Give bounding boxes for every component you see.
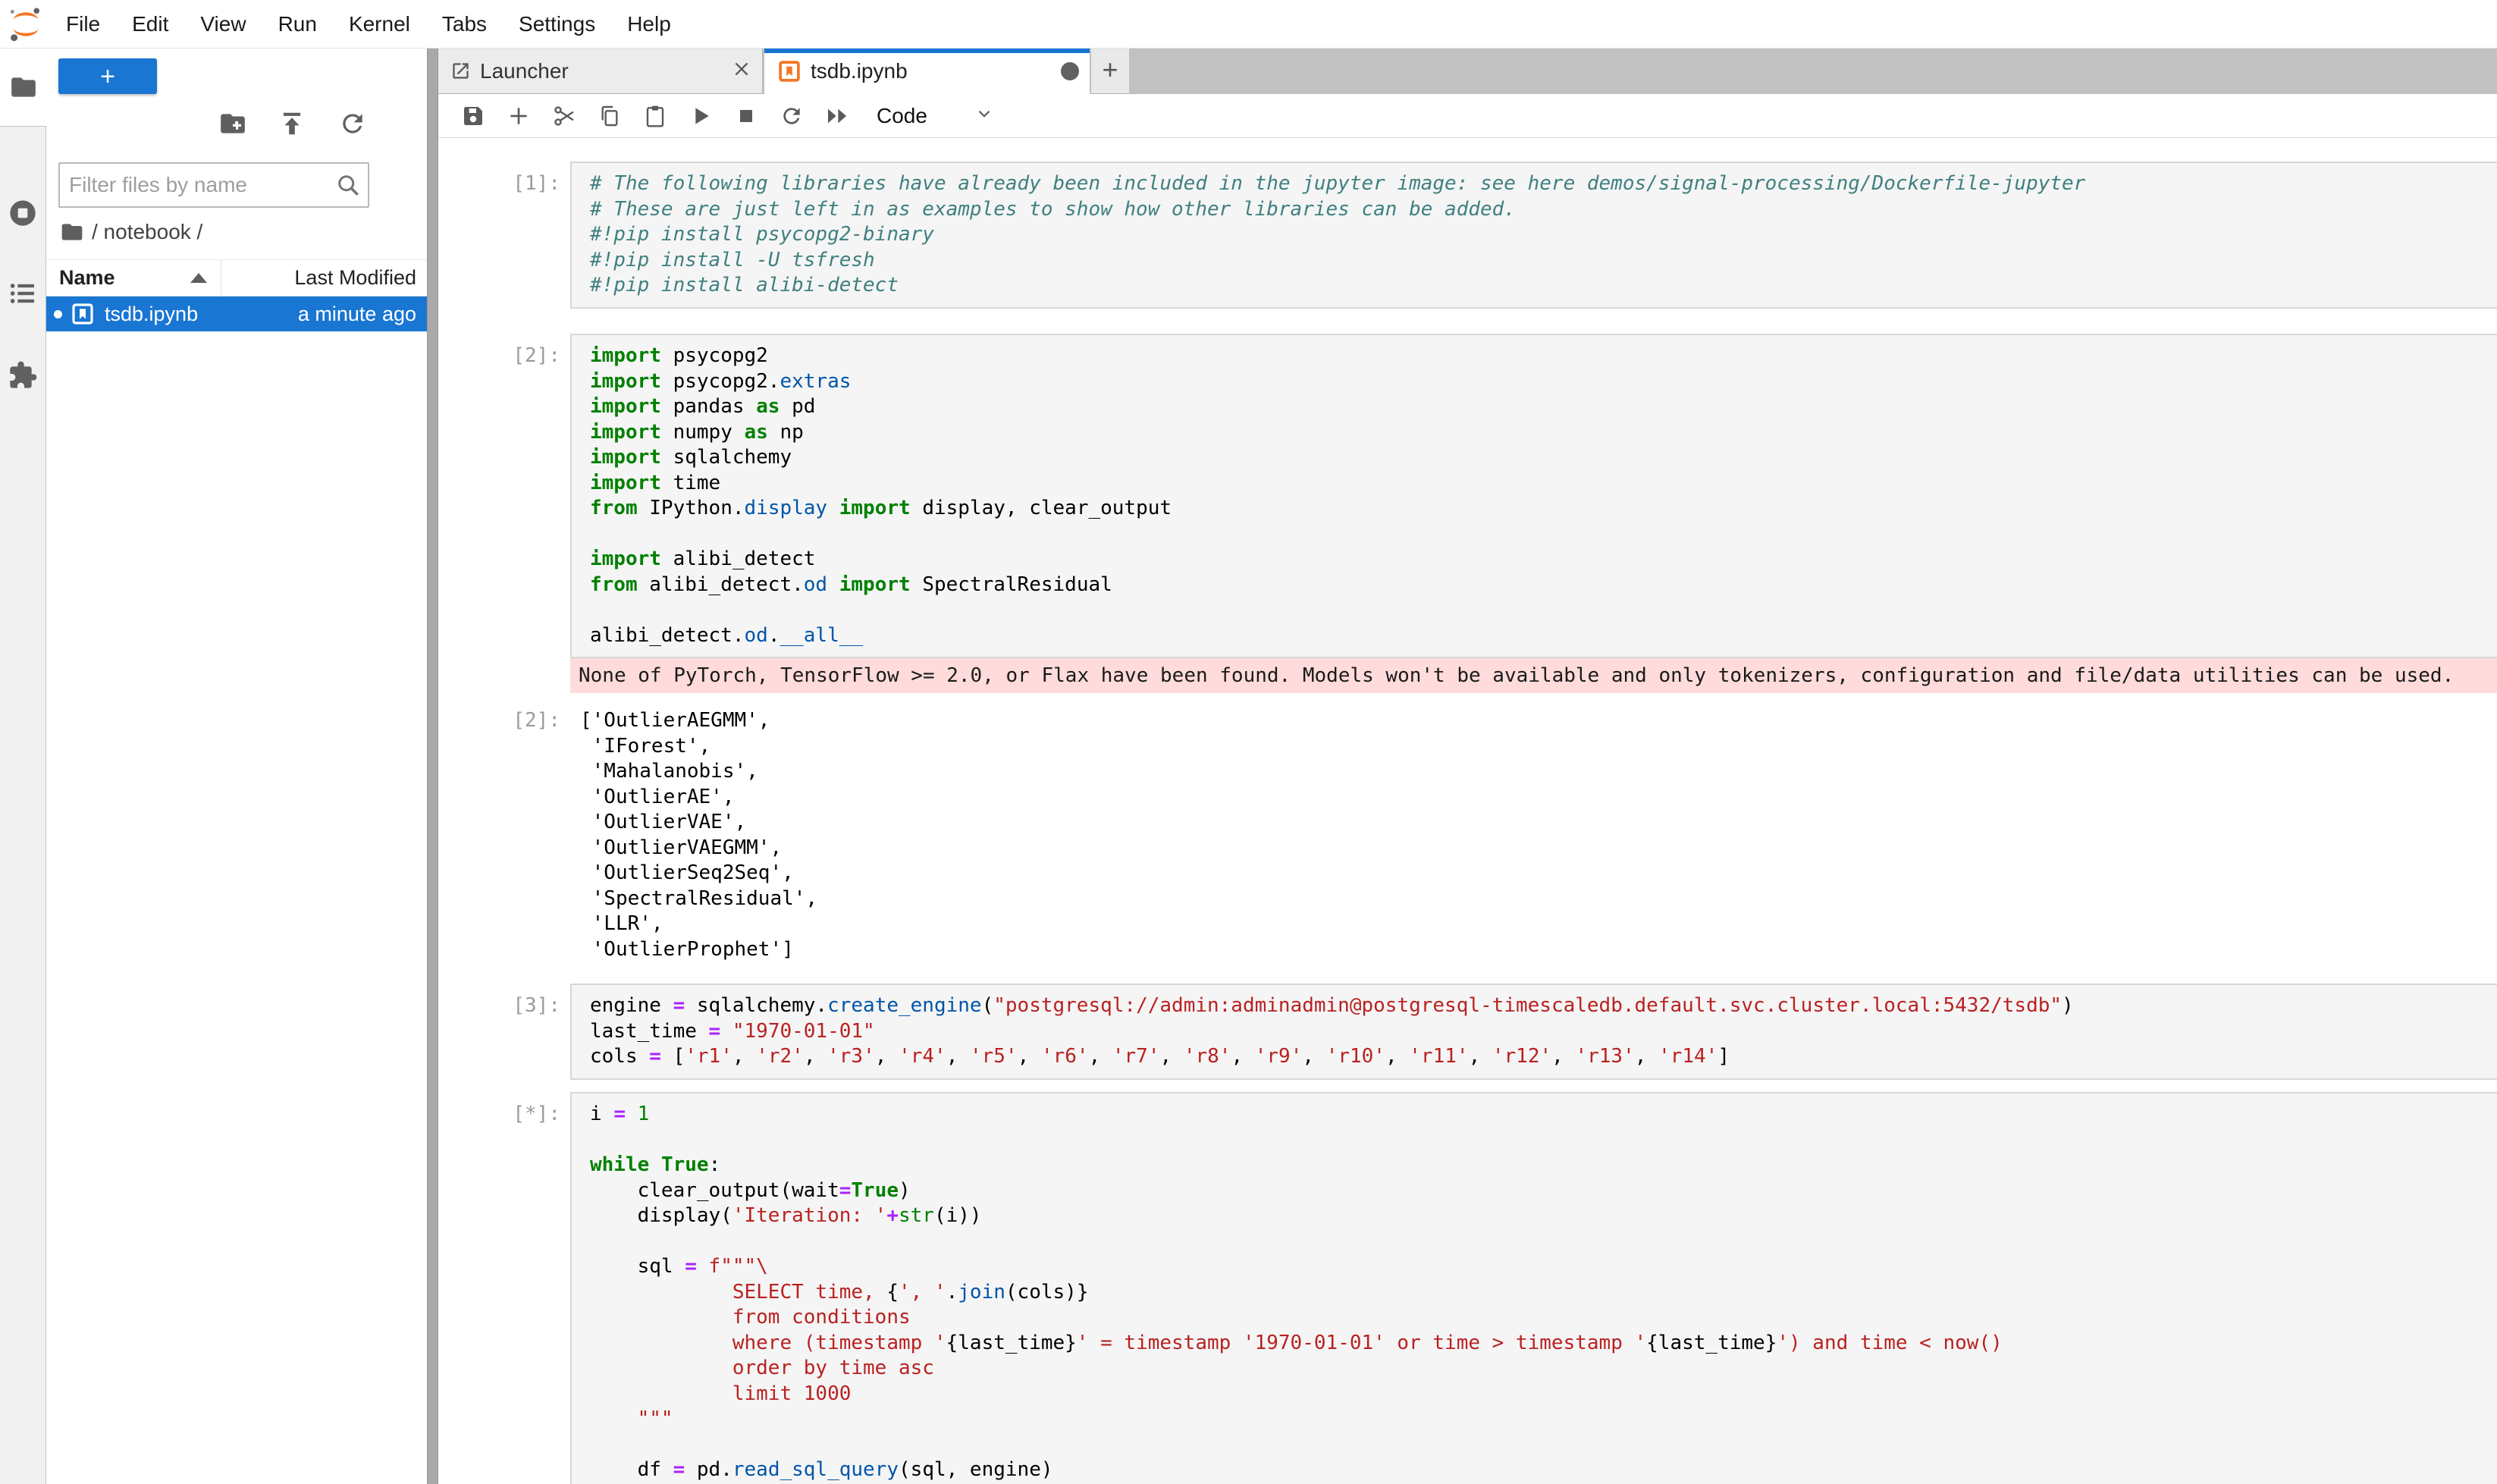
play-icon bbox=[689, 104, 713, 128]
close-icon bbox=[732, 59, 751, 79]
file-list-header: Name Last Modified bbox=[46, 259, 427, 296]
cell-prompt: [1]: bbox=[438, 162, 570, 195]
restart-icon bbox=[780, 104, 804, 128]
sidebar-item-file-browser[interactable] bbox=[0, 49, 46, 126]
activity-bar-lower bbox=[0, 126, 46, 1484]
stop-circle-icon bbox=[8, 198, 38, 228]
sort-ascending-icon bbox=[190, 273, 207, 283]
sidebar-item-running-sessions[interactable] bbox=[0, 198, 45, 228]
menu-item-view[interactable]: View bbox=[184, 12, 262, 36]
save-icon bbox=[461, 104, 485, 128]
filter-files-input[interactable] bbox=[69, 164, 327, 206]
main-area: Launcher tsdb.ipynb + bbox=[438, 49, 2497, 1484]
copy-cells-button[interactable] bbox=[587, 98, 632, 134]
add-cell-button[interactable] bbox=[496, 98, 541, 134]
upload-icon bbox=[278, 109, 306, 138]
cell-input-editor[interactable]: engine = sqlalchemy.create_engine("postg… bbox=[570, 984, 2497, 1080]
tab-launcher-label: Launcher bbox=[480, 59, 732, 83]
stderr-message: None of PyTorch, TensorFlow >= 2.0, or F… bbox=[570, 658, 2497, 693]
copy-icon bbox=[598, 104, 622, 128]
tab-tsdb-label: tsdb.ipynb bbox=[811, 59, 1061, 83]
breadcrumb[interactable]: / notebook / bbox=[60, 217, 202, 247]
panel-splitter-handle[interactable] bbox=[427, 49, 438, 1484]
notebook-icon bbox=[778, 60, 801, 83]
list-icon bbox=[8, 278, 38, 309]
menu-item-run[interactable]: Run bbox=[262, 12, 333, 36]
new-launcher-button[interactable]: + bbox=[58, 58, 157, 94]
file-row-tsdb-ipynb[interactable]: tsdb.ipynb a minute ago bbox=[46, 296, 427, 331]
chevron-down-icon[interactable] bbox=[974, 104, 994, 127]
upload-button[interactable] bbox=[278, 109, 308, 140]
file-name: tsdb.ipynb bbox=[105, 303, 298, 326]
cell-prompt: [2]: bbox=[438, 334, 570, 367]
cell-input-editor[interactable]: # The following libraries have already b… bbox=[570, 162, 2497, 309]
refresh-icon bbox=[338, 109, 367, 138]
paste-cells-button[interactable] bbox=[632, 98, 678, 134]
launcher-icon bbox=[450, 61, 471, 81]
fast-forward-icon bbox=[825, 104, 849, 128]
interrupt-kernel-button[interactable] bbox=[723, 98, 769, 134]
notebook-toolbar: Code bbox=[438, 94, 2497, 138]
jupyter-logo-icon bbox=[6, 5, 45, 44]
search-icon bbox=[334, 171, 362, 199]
restart-kernel-button[interactable] bbox=[769, 98, 814, 134]
filter-files-box bbox=[58, 162, 369, 208]
code-cell: [3]:engine = sqlalchemy.create_engine("p… bbox=[438, 984, 2497, 1080]
jupyterlab-window: FileEditViewRunKernelTabsSettingsHelp bbox=[0, 0, 2497, 1484]
menu-item-kernel[interactable]: Kernel bbox=[333, 12, 426, 36]
cell-type-select[interactable]: Code bbox=[877, 104, 927, 128]
tab-tsdb-ipynb[interactable]: tsdb.ipynb bbox=[764, 49, 1090, 94]
refresh-files-button[interactable] bbox=[338, 109, 369, 140]
puzzle-icon bbox=[8, 360, 38, 391]
paste-icon bbox=[643, 104, 667, 128]
scissors-icon bbox=[552, 104, 576, 128]
stderr-output: None of PyTorch, TensorFlow >= 2.0, or F… bbox=[438, 658, 2497, 693]
breadcrumb-path: / notebook / bbox=[92, 220, 202, 244]
cell-prompt bbox=[438, 658, 570, 669]
unsaved-changes-dot-icon[interactable] bbox=[1061, 62, 1079, 80]
menu-item-help[interactable]: Help bbox=[611, 12, 687, 36]
menu-item-edit[interactable]: Edit bbox=[116, 12, 184, 36]
running-kernel-dot-icon bbox=[54, 310, 62, 318]
output-text: ['OutlierAEGMM', 'IForest', 'Mahalanobis… bbox=[570, 708, 2497, 962]
close-tab-button[interactable] bbox=[732, 59, 751, 83]
code-cell: [2]:import psycopg2import psycopg2.extra… bbox=[438, 334, 2497, 658]
file-modified: a minute ago bbox=[298, 303, 427, 326]
folder-icon bbox=[9, 73, 38, 102]
execute-result-output: [2]:['OutlierAEGMM', 'IForest', 'Mahalan… bbox=[438, 708, 2497, 962]
code-cell: [*]:i = 1 while True: clear_output(wait=… bbox=[438, 1092, 2497, 1484]
code-cell: [1]:# The following libraries have alrea… bbox=[438, 162, 2497, 309]
tab-bar: Launcher tsdb.ipynb + bbox=[438, 49, 2497, 94]
tab-launcher[interactable]: Launcher bbox=[438, 49, 763, 94]
notebook-file-icon bbox=[71, 302, 95, 326]
cell-input-editor[interactable]: i = 1 while True: clear_output(wait=True… bbox=[570, 1092, 2497, 1484]
restart-run-all-button[interactable] bbox=[814, 98, 860, 134]
menu-item-list: FileEditViewRunKernelTabsSettingsHelp bbox=[50, 0, 687, 49]
file-browser-panel: + bbox=[46, 49, 427, 1484]
menu-item-tabs[interactable]: Tabs bbox=[426, 12, 503, 36]
column-header-last-modified[interactable]: Last Modified bbox=[221, 260, 427, 296]
menu-item-settings[interactable]: Settings bbox=[503, 12, 611, 36]
notebook-cells-area: [1]:# The following libraries have alrea… bbox=[438, 138, 2497, 1484]
cut-cells-button[interactable] bbox=[541, 98, 587, 134]
sidebar-item-extensions[interactable] bbox=[0, 360, 45, 391]
cell-prompt: [3]: bbox=[438, 984, 570, 1017]
stop-icon bbox=[734, 104, 758, 128]
menu-bar: FileEditViewRunKernelTabsSettingsHelp bbox=[0, 0, 2497, 49]
cell-input-editor[interactable]: import psycopg2import psycopg2.extrasimp… bbox=[570, 334, 2497, 658]
cell-prompt: [*]: bbox=[438, 1092, 570, 1125]
sidebar-item-table-of-contents[interactable] bbox=[0, 278, 45, 309]
run-cell-button[interactable] bbox=[678, 98, 723, 134]
plus-icon bbox=[507, 104, 531, 128]
activity-bar bbox=[0, 49, 46, 1484]
new-folder-button[interactable] bbox=[218, 109, 249, 140]
menu-item-file[interactable]: File bbox=[50, 12, 116, 36]
column-header-name[interactable]: Name bbox=[46, 266, 221, 290]
home-folder-icon bbox=[60, 220, 84, 244]
save-button[interactable] bbox=[450, 98, 496, 134]
new-folder-icon bbox=[218, 109, 247, 138]
new-tab-button[interactable]: + bbox=[1091, 49, 1129, 94]
cell-prompt: [2]: bbox=[438, 708, 570, 732]
